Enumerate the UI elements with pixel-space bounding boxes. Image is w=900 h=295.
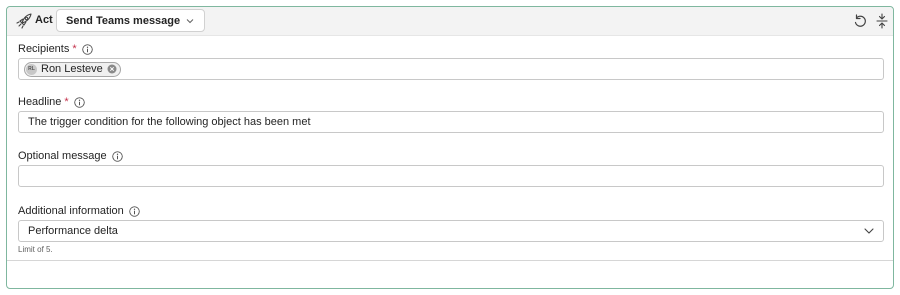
recipient-chip[interactable]: RL Ron Lesteve (24, 61, 121, 77)
card-header: Act Send Teams message (7, 7, 893, 36)
info-icon[interactable] (81, 43, 93, 55)
action-type-value: Send Teams message (66, 14, 181, 27)
recipients-field[interactable]: RL Ron Lesteve (18, 58, 884, 80)
info-icon[interactable] (129, 205, 140, 217)
additional-information-label-text: Additional information (18, 205, 124, 217)
undo-icon (854, 14, 866, 27)
rocket-icon (16, 13, 32, 29)
required-marker: * (64, 96, 69, 108)
info-icon[interactable] (74, 96, 85, 108)
headline-value: The trigger condition for the following … (28, 116, 311, 128)
info-icon[interactable] (111, 150, 123, 162)
act-label: Act (35, 14, 53, 26)
required-marker: * (72, 43, 77, 55)
optional-message-input[interactable] (18, 165, 884, 187)
avatar: RL (26, 63, 37, 75)
additional-information-label: Additional information (18, 205, 140, 217)
optional-message-label-text: Optional message (18, 150, 107, 162)
optional-message-label: Optional message (18, 150, 123, 162)
act-card: Act Send Teams message Recipients * RL R… (6, 6, 894, 289)
undo-button[interactable] (851, 12, 869, 30)
headline-label-text: Headline (18, 96, 62, 108)
divider (7, 260, 893, 261)
recipients-label: Recipients * (18, 43, 93, 55)
collapse-button[interactable] (873, 12, 891, 30)
recipient-name: Ron Lesteve (41, 63, 103, 75)
additional-information-dropdown[interactable]: Performance delta (18, 220, 884, 242)
chevron-down-icon (864, 228, 874, 234)
limit-helper-text: Limit of 5. (18, 245, 53, 254)
chevron-down-icon (186, 18, 194, 23)
additional-information-value: Performance delta (28, 225, 118, 237)
remove-recipient-icon[interactable] (107, 64, 117, 74)
recipients-label-text: Recipients (18, 43, 70, 55)
headline-label: Headline * (18, 96, 85, 108)
headline-input[interactable]: The trigger condition for the following … (18, 111, 884, 133)
action-type-dropdown[interactable]: Send Teams message (56, 9, 206, 32)
collapse-icon (876, 13, 888, 29)
